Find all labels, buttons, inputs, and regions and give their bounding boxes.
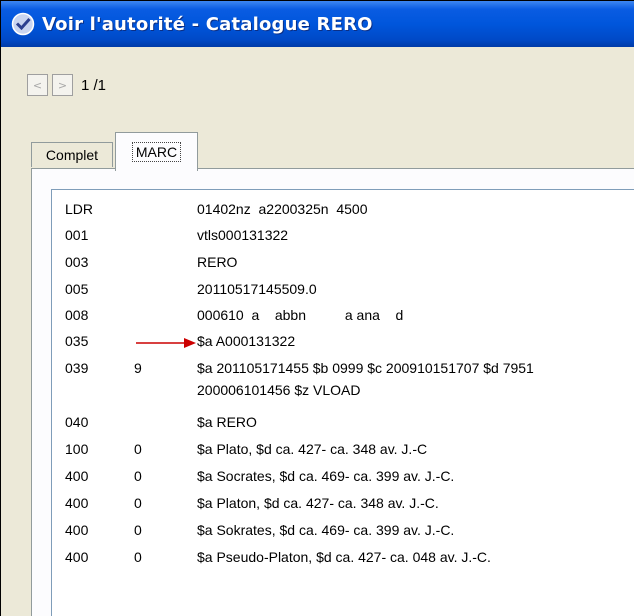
marc-row-008: 008 000610 a abbn a ana d bbox=[52, 307, 634, 331]
window-title: Voir l'autorité - Catalogue RERO bbox=[42, 13, 373, 35]
marc-tag: 400 bbox=[65, 522, 89, 538]
record-navigator: < > 1 /1 bbox=[27, 74, 106, 96]
app-check-icon bbox=[11, 12, 35, 36]
tab-marc[interactable]: MARC bbox=[115, 132, 198, 171]
marc-value: $a Platon, $d ca. 427- ca. 348 av. J.-C. bbox=[197, 495, 439, 511]
marc-row-040: 040 $a RERO bbox=[52, 414, 634, 438]
marc-value: $a Sokrates, $d ca. 469- ca. 399 av. J.-… bbox=[197, 522, 455, 538]
marc-indicator: 0 bbox=[134, 522, 142, 538]
marc-value: 01402nz a2200325n 4500 bbox=[197, 201, 368, 217]
marc-tag: 008 bbox=[65, 307, 89, 323]
marc-indicator: 0 bbox=[134, 468, 142, 484]
title-bar[interactable]: Voir l'autorité - Catalogue RERO bbox=[1, 1, 634, 47]
authority-window: Voir l'autorité - Catalogue RERO < > 1 /… bbox=[0, 0, 634, 616]
marc-indicator: 0 bbox=[134, 495, 142, 511]
marc-tag: 001 bbox=[65, 227, 89, 243]
marc-value: $a Pseudo-Platon, $d ca. 427- ca. 048 av… bbox=[197, 549, 491, 565]
marc-value: $a Plato, $d ca. 427- ca. 348 av. J.-C bbox=[197, 441, 428, 457]
tab-complet-label: Complet bbox=[45, 147, 99, 163]
tab-complet[interactable]: Complet bbox=[31, 142, 113, 167]
marc-tag: 100 bbox=[65, 441, 89, 457]
marc-row-400: 400 0 $a Sokrates, $d ca. 469- ca. 399 a… bbox=[52, 522, 634, 546]
marc-row-005: 005 20110517145509.0 bbox=[52, 281, 634, 305]
marc-record-list[interactable]: LDR 01402nz a2200325n 4500 001 vtls00013… bbox=[51, 189, 634, 616]
marc-value: 20110517145509.0 bbox=[197, 281, 317, 297]
marc-value: vtls000131322 bbox=[197, 227, 289, 243]
prev-record-button[interactable]: < bbox=[27, 74, 48, 96]
marc-value: $a A000131322 bbox=[197, 333, 296, 349]
marc-row-039: 039 9 $a 201105171455 $b 0999 $c 2009101… bbox=[52, 360, 634, 410]
tab-marc-label: MARC bbox=[131, 142, 182, 162]
marc-row-400: 400 0 $a Platon, $d ca. 427- ca. 348 av.… bbox=[52, 495, 634, 519]
marc-row-003: 003 RERO bbox=[52, 254, 634, 278]
marc-indicator: 0 bbox=[134, 549, 142, 565]
marc-tag: 400 bbox=[65, 468, 89, 484]
marc-row-400: 400 0 $a Socrates, $d ca. 469- ca. 399 a… bbox=[52, 468, 634, 492]
marc-row-400: 400 0 $a Pseudo-Platon, $d ca. 427- ca. … bbox=[52, 549, 634, 573]
marc-indicator: 0 bbox=[134, 441, 142, 457]
marc-tag: 039 bbox=[65, 360, 89, 376]
marc-row-001: 001 vtls000131322 bbox=[52, 227, 634, 251]
marc-value: $a 201105171455 $b 0999 $c 200910151707 … bbox=[197, 360, 534, 376]
marc-tag: LDR bbox=[65, 201, 94, 217]
red-arrow-annotation bbox=[136, 338, 196, 348]
marc-row-ldr: LDR 01402nz a2200325n 4500 bbox=[52, 201, 634, 225]
marc-tag: 040 bbox=[65, 414, 89, 430]
marc-tag: 003 bbox=[65, 254, 89, 270]
next-record-button[interactable]: > bbox=[52, 74, 73, 96]
marc-tag: 035 bbox=[65, 333, 89, 349]
record-counter: 1 /1 bbox=[81, 76, 107, 94]
marc-tag: 400 bbox=[65, 495, 89, 511]
marc-value: $a RERO bbox=[197, 414, 257, 430]
marc-value: 000610 a abbn a ana d bbox=[197, 307, 404, 323]
marc-value: $a Socrates, $d ca. 469- ca. 399 av. J.-… bbox=[197, 468, 455, 484]
marc-tag: 400 bbox=[65, 549, 89, 565]
marc-row-100: 100 0 $a Plato, $d ca. 427- ca. 348 av. … bbox=[52, 441, 634, 465]
marc-value: RERO bbox=[197, 254, 238, 270]
marc-value-continued: 200006101456 $z VLOAD bbox=[197, 382, 361, 398]
marc-tag: 005 bbox=[65, 281, 89, 297]
marc-indicator: 9 bbox=[134, 360, 142, 376]
